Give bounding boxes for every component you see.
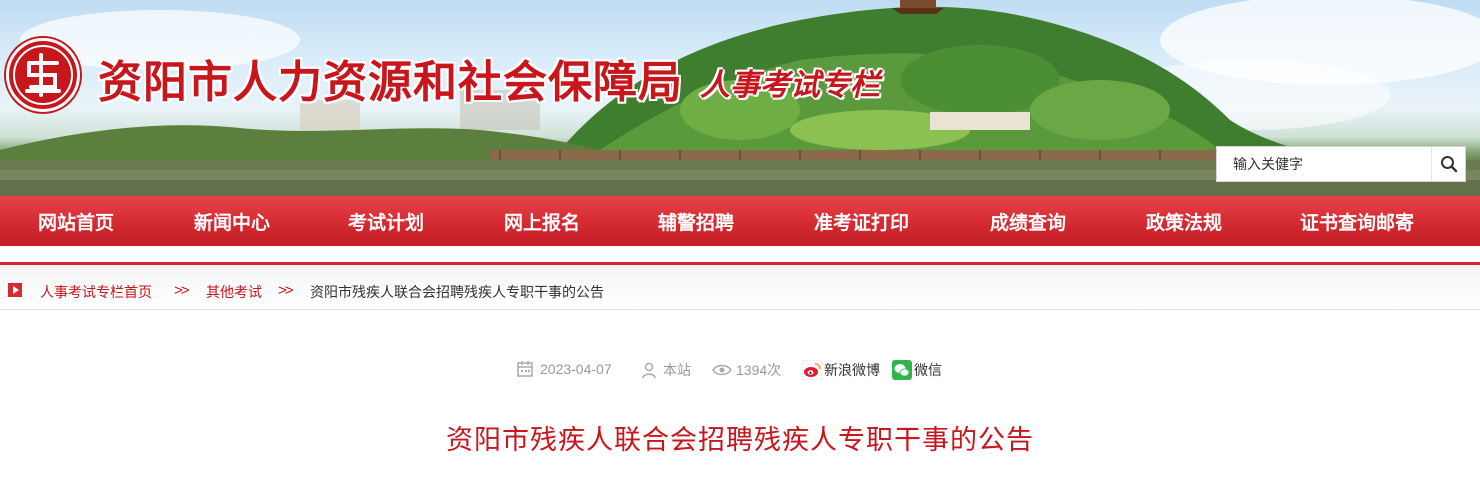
nav-item-news[interactable]: 新闻中心: [194, 208, 270, 235]
nav-item-exam-plan[interactable]: 考试计划: [348, 208, 424, 235]
main-nav: 网站首页 新闻中心 考试计划 网上报名 辅警招聘 准考证打印 成绩查询 政策法规…: [0, 196, 1480, 246]
nav-item-certificate-mail[interactable]: 证书查询邮寄: [1300, 208, 1414, 235]
wechat-icon: [892, 360, 912, 380]
nav-item-score-query[interactable]: 成绩查询: [990, 208, 1066, 235]
nav-item-admission-ticket[interactable]: 准考证打印: [814, 208, 909, 235]
seal-logo-icon[interactable]: [6, 38, 80, 112]
weibo-icon: [802, 360, 822, 380]
nav-item-auxiliary-police[interactable]: 辅警招聘: [658, 208, 734, 235]
header-banner: 资阳市人力资源和社会保障局 人事考试专栏: [0, 0, 1480, 196]
site-title: 资阳市人力资源和社会保障局: [98, 57, 683, 108]
article-title: 资阳市残疾人联合会招聘残疾人专职干事的公告: [446, 425, 1034, 456]
breadcrumb-separator: >>: [278, 282, 293, 299]
article-date: 2023-04-07: [516, 360, 612, 378]
breadcrumb-item-home[interactable]: 人事考试专栏首页: [40, 282, 152, 302]
breadcrumb-arrow-icon: [8, 283, 22, 297]
article-source: 本站: [640, 360, 691, 380]
eye-icon: [712, 364, 732, 376]
breadcrumb-item-other-exams[interactable]: 其他考试: [206, 282, 262, 302]
nav-item-online-registration[interactable]: 网上报名: [504, 208, 580, 235]
article-views: 1394次: [712, 360, 781, 380]
search-icon: [1440, 156, 1457, 173]
breadcrumb: 人事考试专栏首页 >> 其他考试 >> 资阳市残疾人联合会招聘残疾人专职干事的公…: [0, 262, 1480, 310]
article-source-text: 本站: [663, 362, 691, 378]
breadcrumb-item-current: 资阳市残疾人联合会招聘残疾人专职干事的公告: [310, 284, 604, 300]
share-weibo-label: 新浪微博: [824, 362, 880, 378]
site-subtitle: 人事考试专栏: [700, 68, 880, 103]
breadcrumb-separator: >>: [174, 282, 189, 299]
share-weibo-button[interactable]: 新浪微博: [802, 360, 880, 380]
nav-item-policy[interactable]: 政策法规: [1146, 208, 1222, 235]
user-icon: [642, 362, 656, 379]
search-box: [1216, 146, 1466, 182]
search-button[interactable]: [1431, 147, 1465, 181]
article-views-text: 1394次: [736, 362, 782, 378]
share-wechat-label: 微信: [914, 362, 942, 378]
calendar-icon: [517, 361, 533, 377]
share-wechat-button[interactable]: 微信: [892, 360, 942, 380]
article-date-text: 2023-04-07: [540, 361, 612, 377]
nav-item-home[interactable]: 网站首页: [38, 208, 114, 235]
search-input[interactable]: [1217, 147, 1431, 181]
